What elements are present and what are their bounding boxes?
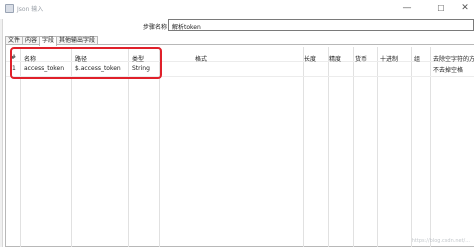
step-name-label: 步骤名称: [143, 24, 168, 31]
window-title: Json 输入: [17, 6, 44, 13]
header-name[interactable]: 名称: [24, 54, 36, 63]
fields-panel: # 名称 路径 类型 格式 长度 精度 货币 十进制 组 去除空字符的方 1 a…: [5, 44, 474, 247]
header-format[interactable]: 格式: [195, 54, 207, 63]
header-group[interactable]: 组: [414, 54, 420, 63]
header-precision[interactable]: 精度: [329, 54, 341, 63]
column-divider: [430, 47, 431, 247]
header-length[interactable]: 长度: [304, 54, 316, 63]
header-type[interactable]: 类型: [132, 54, 144, 63]
column-divider: [128, 47, 129, 247]
column-divider: [303, 47, 304, 247]
step-name-row: 步骤名称 解析token: [0, 19, 474, 32]
column-divider: [411, 47, 412, 247]
header-decimal[interactable]: 十进制: [380, 54, 398, 63]
maximize-button[interactable]: ☐: [428, 1, 454, 16]
column-divider: [353, 47, 354, 247]
column-divider: [328, 47, 329, 247]
header-number[interactable]: #: [11, 54, 16, 61]
close-button[interactable]: ✕: [452, 1, 474, 16]
row-number: 1: [12, 65, 16, 72]
title-bar: Json 输入 — ☐ ✕: [0, 0, 474, 18]
minimize-button[interactable]: —: [394, 1, 420, 16]
left-edge: [0, 19, 3, 247]
step-name-input[interactable]: 解析token: [168, 19, 474, 31]
cell-trim-type[interactable]: 不去掉空格: [433, 65, 463, 74]
cell-path[interactable]: $.access_token: [75, 65, 121, 72]
watermark: https://blog.csdn.net/...: [411, 238, 470, 244]
row-divider: [6, 76, 474, 77]
cell-name[interactable]: access_token: [24, 65, 64, 72]
cell-type[interactable]: String: [132, 65, 150, 72]
fields-table: # 名称 路径 类型 格式 长度 精度 货币 十进制 组 去除空字符的方 1 a…: [6, 47, 474, 247]
app-icon: [5, 4, 14, 13]
column-divider: [159, 47, 160, 247]
header-currency[interactable]: 货币: [355, 54, 367, 63]
tab-fields[interactable]: 字段: [39, 36, 58, 46]
column-divider: [377, 47, 378, 247]
column-divider: [20, 47, 21, 247]
header-trim-type[interactable]: 去除空字符的方: [433, 54, 474, 63]
header-path[interactable]: 路径: [75, 54, 87, 63]
column-divider: [71, 47, 72, 247]
